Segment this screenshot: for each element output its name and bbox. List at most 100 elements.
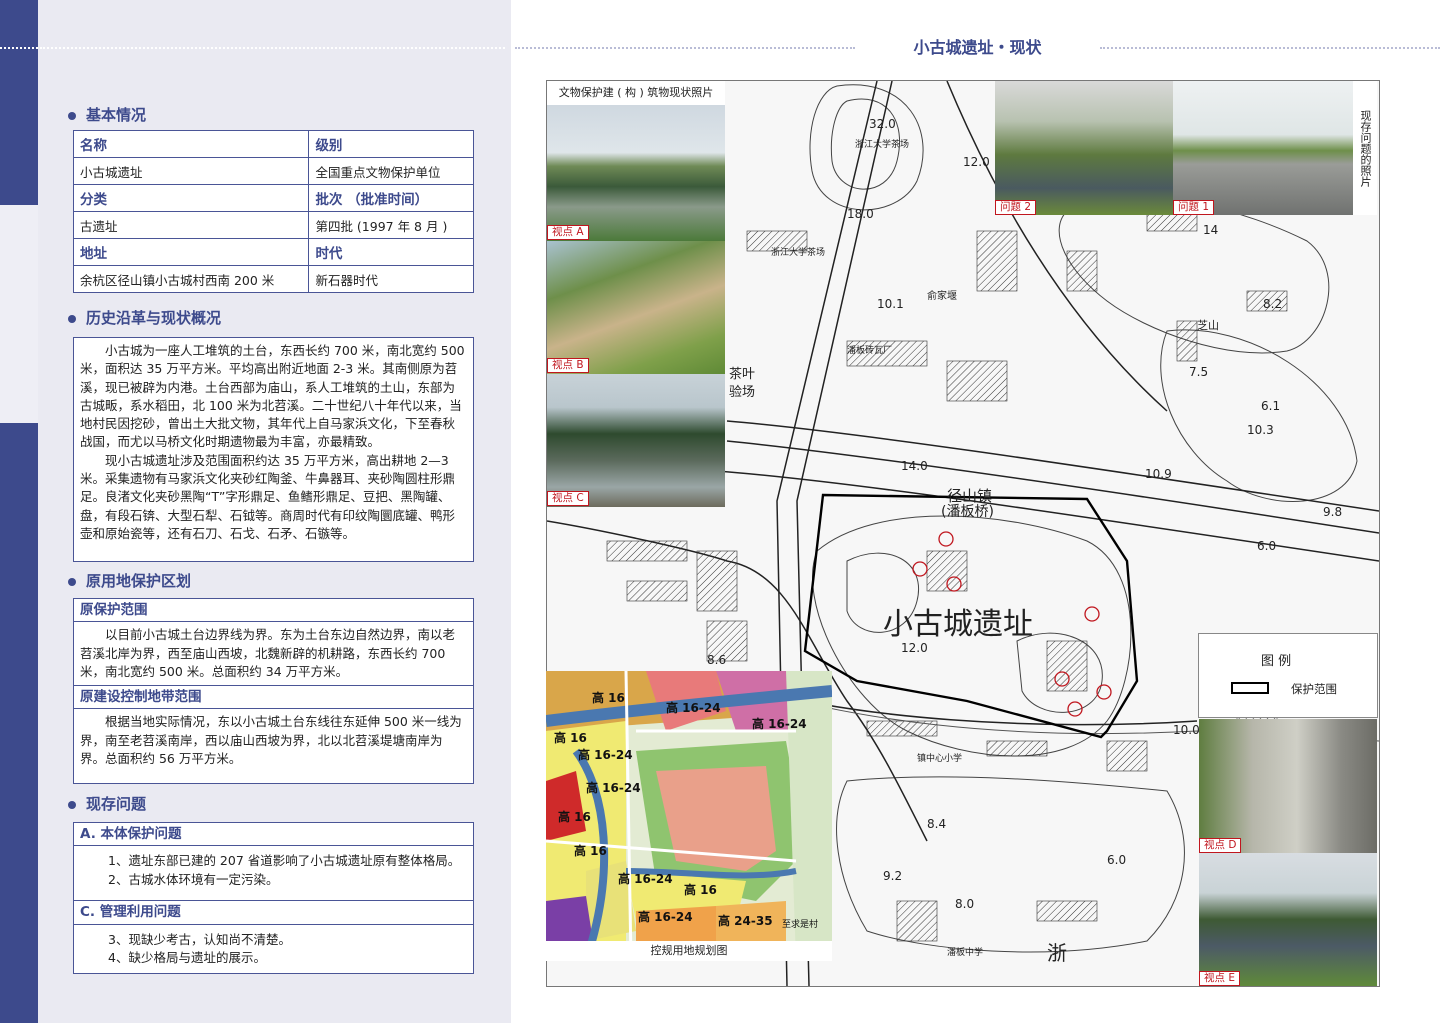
place-label: 浙 [1047,941,1067,965]
section-heading-basic: 基本情况 [68,104,146,125]
control-range-text: 根据当地实际情况，东以小古城土台东线往东延伸 500 米一线为界，南至老苕溪南岸… [80,714,462,767]
name-header: 名称 [72,130,310,158]
era-header: 时代 [308,238,474,266]
place-label: 浙江大学茶场 [771,248,826,258]
plan-height-label: 高 16 [554,731,587,745]
plan-height-label: 高 16-24 [666,701,721,715]
plan-direction-label: 至求是村 [782,920,819,930]
plan-height-label: 高 16 [592,691,625,705]
elevation-label: 9.2 [883,869,903,883]
view-d-label: 视点 D [1199,838,1242,853]
place-label: 俞家堰 [927,291,957,302]
site-name-label: 小古城遗址 [883,607,1033,642]
category-value: 古遗址 [72,211,310,239]
elevation-label: 12.0 [963,155,990,169]
problem-2-label: 问题 2 [995,200,1037,215]
elevation-label: 6.1 [1261,399,1281,413]
photo-view-b [547,241,725,374]
spine-accent [0,205,38,423]
plan-height-label: 高 24-35 [718,914,773,928]
photo-view-d [1199,719,1377,853]
view-b-label: 视点 B [547,358,589,373]
plan-height-label: 高 16 [574,844,607,858]
problem-photos-caption: 现存问题的照片 [1353,81,1377,215]
history-paragraph-1: 小古城为一座人工堆筑的土台，东西长约 700 米，南北宽约 500 米，面积达 … [80,343,465,450]
problem-item: 1、遗址东部已建的 207 省道影响了小古城遗址原有整体格局。 [108,853,461,869]
header-dotted-rule [1100,47,1440,49]
place-label: 验场 [729,385,756,400]
place-label: 镇中心小学 [917,754,963,764]
level-header: 级别 [308,130,474,158]
problem-item: 4、缺少格局与遗址的展示。 [108,949,266,965]
legend-title: 图 例 [1261,654,1292,669]
place-label: 潘板砖瓦厂 [847,346,893,356]
zoning-box: 原保护范围 以目前小古城土台边界线为界。东为土台东边自然边界，南以老苕溪北岸为界… [73,598,474,784]
control-range-heading: 原建设控制地带范围 [74,685,473,710]
section-heading-zoning: 原用地保护区划 [68,570,191,591]
bullet-icon [68,314,76,323]
batch-header: 批次 （批准时间） [308,184,474,212]
elevation-label: 12.0 [901,641,928,655]
history-paragraph-2: 现小古城遗址涉及范围面积约达 35 万平方米，高出耕地 2—3 米。采集遗物有马… [80,452,456,541]
protect-range-heading: 原保护范围 [74,599,473,623]
elevation-label: 8.2 [1263,297,1283,311]
header-dotted-rule [40,47,505,49]
view-e-label: 视点 E [1199,971,1240,986]
history-text-box: 小古城为一座人工堆筑的土台，东西长约 700 米，南北宽约 500 米，面积达 … [73,337,474,562]
photo-view-e [1199,853,1377,986]
body-protection-heading: A. 本体保护问题 [74,823,473,847]
problem-1-label: 问题 1 [1173,200,1215,215]
legend-boundary-label: 保护范围 [1291,682,1337,696]
view-c-label: 视点 C [547,491,589,506]
basic-info-table: 名称 级别 小古城遗址 全国重点文物保护单位 分类 批次 （批准时间） 古遗址 第四批 … [72,130,474,293]
page-title: 小古城遗址・现状 [855,34,1100,58]
town-sub-label: (潘板桥) [941,504,994,520]
bullet-icon [68,111,76,120]
place-label: 芝山 [1197,319,1219,332]
elevation-label: 18.0 [847,207,874,221]
section-heading-problems: 现存问题 [68,793,146,814]
header-dotted-rule [0,47,38,49]
plan-height-label: 高 16-24 [618,872,673,886]
elevation-label: 8.4 [927,817,947,831]
elevation-label: 14.0 [901,459,928,473]
place-label: 潘板中学 [947,948,984,958]
problem-item: 3、现缺少考古，认知尚不清楚。 [108,931,291,947]
photo-view-a [547,105,725,241]
batch-value: 第四批 (1997 年 8 月 ) [308,211,474,239]
elevation-label: 10.3 [1247,423,1274,437]
bullet-icon [68,577,76,586]
management-heading: C. 管理利用问题 [74,900,473,925]
elevation-label: 9.8 [1323,505,1343,519]
plan-height-label: 高 16-24 [578,748,633,762]
elevation-label: 14 [1203,223,1219,237]
plan-height-label: 高 16-24 [586,781,641,795]
plan-height-label: 高 16-24 [752,717,807,731]
section-heading-history: 历史沿革与现状概况 [68,307,221,328]
land-use-plan-inset: 高 16 高 16-24 高 16-24 高 16 高 16-24 高 16-2… [546,671,832,961]
place-label: 浙江大学茶场 [855,140,910,150]
level-value: 全国重点文物保护单位 [308,157,474,185]
plan-height-label: 高 16 [558,810,591,824]
plan-height-label: 高 16 [684,883,717,897]
elevation-label: 8.0 [955,897,975,911]
photo-view-c [547,374,725,507]
photo-problem-1 [1173,81,1353,215]
problems-box: A. 本体保护问题 1、遗址东部已建的 207 省道影响了小古城遗址原有整体格局… [73,822,474,974]
category-header: 分类 [72,184,310,212]
problem-item: 2、古城水体环境有一定污染。 [108,871,279,887]
plan-caption: 控规用地规划图 [546,941,832,961]
address-value: 余杭区径山镇小古城村西南 200 米 [72,265,310,293]
legend-boundary-swatch [1231,682,1269,694]
elevation-label: 6.0 [1107,853,1127,867]
photo-problem-2 [995,81,1173,215]
header-dotted-rule [515,47,855,49]
map-legend: 图 例 保护范围 [1198,633,1378,718]
elevation-label: 10.9 [1145,467,1172,481]
address-header: 地址 [72,238,310,266]
plan-height-label: 高 16-24 [638,910,693,924]
era-value: 新石器时代 [308,265,474,293]
place-label: 茶叶 [729,367,756,382]
page-spine [0,0,38,1023]
elevation-label: 8.6 [707,653,727,667]
